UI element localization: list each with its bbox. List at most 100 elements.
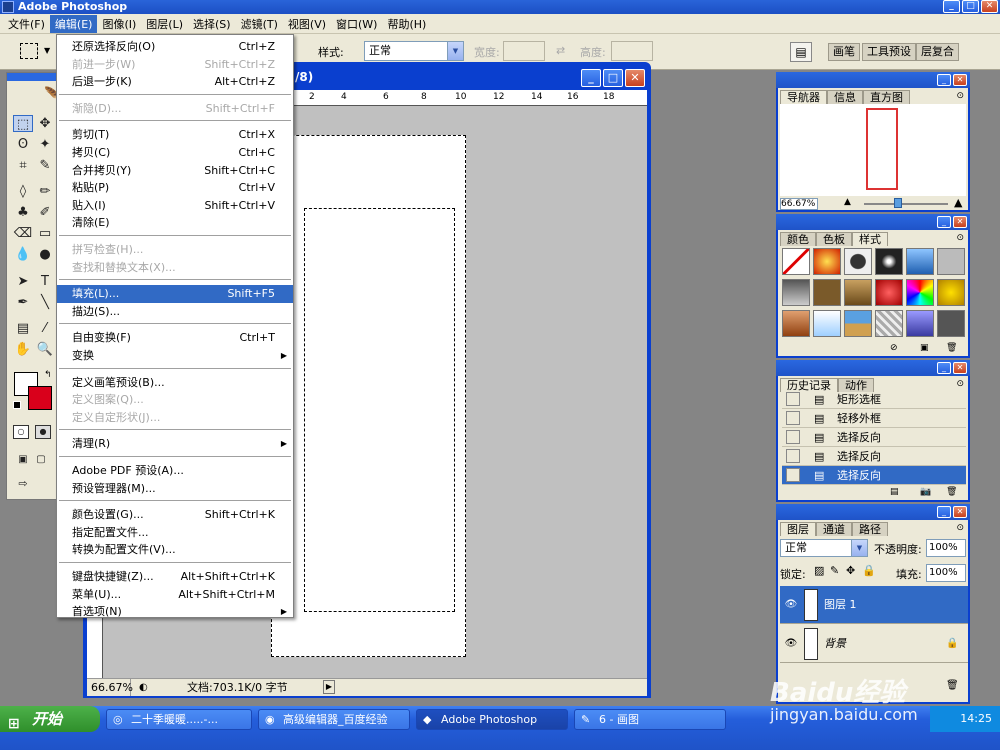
tab-styles[interactable]: 样式	[852, 232, 888, 246]
edit-menu-item[interactable]: Adobe PDF 预设(A)...	[57, 462, 293, 480]
tab-navigator[interactable]: 导航器	[780, 90, 827, 104]
navigator-preview[interactable]	[780, 104, 966, 196]
edit-menu-item[interactable]: 变换 ▶	[57, 347, 293, 365]
menu-select[interactable]: 选择(S)	[188, 15, 236, 33]
path-selection-icon[interactable]: ➤	[13, 273, 33, 290]
panel-close-button[interactable]: ✕	[953, 362, 967, 374]
style-swatch[interactable]	[875, 248, 903, 275]
style-swatch[interactable]	[813, 310, 841, 337]
panel-close-button[interactable]: ✕	[953, 506, 967, 518]
crop-tool-icon[interactable]: ⌗	[13, 157, 33, 174]
slider-thumb[interactable]	[894, 198, 902, 208]
lock-transparency-icon[interactable]: ▨	[814, 564, 824, 577]
edit-menu-item[interactable]: 合并拷贝(Y) Shift+Ctrl+C	[57, 162, 293, 180]
menu-filter[interactable]: 滤镜(T)	[236, 15, 283, 33]
edit-menu-item[interactable]: 首选项(N) ▶	[57, 603, 293, 621]
style-swatch[interactable]	[937, 248, 965, 275]
new-style-icon[interactable]: ▣	[920, 343, 929, 353]
style-swatch[interactable]	[906, 310, 934, 337]
type-tool-icon[interactable]: T	[35, 273, 55, 290]
hand-tool-icon[interactable]: ✋	[13, 341, 33, 358]
zoom-tool-icon[interactable]: 🔍	[35, 341, 55, 358]
taskbar-item[interactable]: ◉ 高级编辑器_百度经验	[258, 709, 410, 730]
edit-menu-item[interactable]: 预设管理器(M)...	[57, 480, 293, 498]
edit-menu-item[interactable]: 颜色设置(G)... Shift+Ctrl+K	[57, 506, 293, 524]
history-brush-icon[interactable]: ✐	[35, 204, 55, 221]
lock-pixels-icon[interactable]: ✎	[830, 564, 839, 577]
maximize-button[interactable]: □	[962, 0, 979, 13]
edit-menu-item[interactable]: 贴入(I) Shift+Ctrl+V	[57, 197, 293, 215]
menu-window[interactable]: 窗口(W)	[331, 15, 382, 33]
healing-brush-icon[interactable]: ◊	[13, 183, 33, 200]
panel-menu-icon[interactable]: ⊙	[956, 91, 964, 101]
background-color-swatch[interactable]	[28, 386, 52, 410]
panel-minimize-button[interactable]: _	[937, 74, 951, 86]
menu-help[interactable]: 帮助(H)	[382, 15, 431, 33]
eye-icon[interactable]: 👁	[783, 625, 799, 663]
edit-menu-item[interactable]: 还原选择反向(O) Ctrl+Z	[57, 38, 293, 56]
panel-close-button[interactable]: ✕	[953, 74, 967, 86]
screen-mode-icon[interactable]: ▣	[13, 451, 33, 468]
edit-menu-item[interactable]: 描边(S)...	[57, 303, 293, 321]
delete-style-icon[interactable]: 🗑	[946, 343, 957, 353]
snapshot-icon[interactable]: 📷	[920, 487, 931, 497]
lasso-tool-icon[interactable]: ʘ	[13, 136, 33, 153]
history-item-selected[interactable]: 选择反向 ▤	[782, 466, 966, 485]
doc-close-button[interactable]: ✕	[625, 69, 645, 87]
slice-tool-icon[interactable]: ✎	[35, 157, 55, 174]
navigator-view-box[interactable]	[866, 108, 898, 190]
close-button[interactable]: ✕	[981, 0, 998, 13]
standard-mode-icon[interactable]: ○	[13, 425, 29, 439]
menu-layer[interactable]: 图层(L)	[141, 15, 188, 33]
edit-menu-item[interactable]: 自由变换(F) Ctrl+T	[57, 329, 293, 347]
history-item[interactable]: 矩形选框 ▤	[782, 390, 966, 409]
navigator-zoom-field[interactable]: 66.67%	[780, 198, 818, 210]
history-brush-source-icon[interactable]	[786, 411, 800, 425]
layer-row[interactable]: 👁 背景 🔒	[780, 625, 968, 663]
start-button[interactable]: ⊞ 开始	[0, 706, 100, 732]
edit-menu-item[interactable]: 菜单(U)... Alt+Shift+Ctrl+M	[57, 586, 293, 604]
history-item[interactable]: 选择反向 ▤	[782, 428, 966, 447]
lock-all-icon[interactable]: 🔒	[862, 564, 876, 577]
eyedropper-icon[interactable]: ⁄	[35, 320, 55, 337]
dodge-tool-icon[interactable]: ●	[35, 246, 55, 263]
zoom-in-icon[interactable]: ▲	[954, 196, 962, 209]
delete-layer-icon[interactable]: 🗑	[946, 680, 959, 691]
palette-well-icon[interactable]: ▤	[790, 42, 812, 62]
marquee-tool-icon[interactable]: ⬚	[13, 115, 33, 132]
default-colors-icon[interactable]	[13, 401, 21, 409]
menu-view[interactable]: 视图(V)	[283, 15, 331, 33]
taskbar-item[interactable]: ✎ 6 - 画图	[574, 709, 726, 730]
document-canvas[interactable]	[271, 135, 466, 657]
history-brush-source-icon[interactable]	[786, 430, 800, 444]
tab-histogram[interactable]: 直方图	[863, 90, 910, 104]
panel-close-button[interactable]: ✕	[953, 216, 967, 228]
taskbar-item[interactable]: ◎ 二十季暖暖.....-...	[106, 709, 252, 730]
tab-color[interactable]: 颜色	[780, 232, 816, 246]
history-brush-source-icon[interactable]	[786, 449, 800, 463]
style-swatch[interactable]	[906, 248, 934, 275]
clone-stamp-icon[interactable]: ♣	[13, 204, 33, 221]
panel-minimize-button[interactable]: _	[937, 362, 951, 374]
panel-menu-icon[interactable]: ⊙	[956, 523, 964, 533]
doc-minimize-button[interactable]: _	[581, 69, 601, 87]
edit-menu-item[interactable]: 拷贝(C) Ctrl+C	[57, 144, 293, 162]
edit-menu-item[interactable]: 剪切(T) Ctrl+X	[57, 126, 293, 144]
brush-tab[interactable]: 画笔	[828, 43, 860, 61]
style-swatch[interactable]	[813, 248, 841, 275]
panel-menu-icon[interactable]: ⊙	[956, 379, 964, 389]
zoom-level[interactable]: 66.67%	[89, 679, 133, 696]
style-swatch[interactable]	[937, 279, 965, 306]
edit-menu-item[interactable]: 清除(E)	[57, 214, 293, 232]
swap-icon[interactable]: ⇄	[556, 44, 565, 57]
opacity-input[interactable]: 100%	[926, 539, 966, 557]
layer-comps-tab[interactable]: 层复合	[916, 43, 959, 61]
history-item[interactable]: 选择反向 ▤	[782, 447, 966, 466]
tab-layers[interactable]: 图层	[780, 522, 816, 536]
brush-tool-icon[interactable]: ✏	[35, 183, 55, 200]
lock-position-icon[interactable]: ✥	[846, 564, 855, 577]
menu-edit[interactable]: 编辑(E)	[49, 14, 98, 33]
tab-channels[interactable]: 通道	[816, 522, 852, 536]
style-swatch[interactable]	[844, 248, 872, 275]
new-document-from-state-icon[interactable]: ▤	[890, 487, 899, 497]
